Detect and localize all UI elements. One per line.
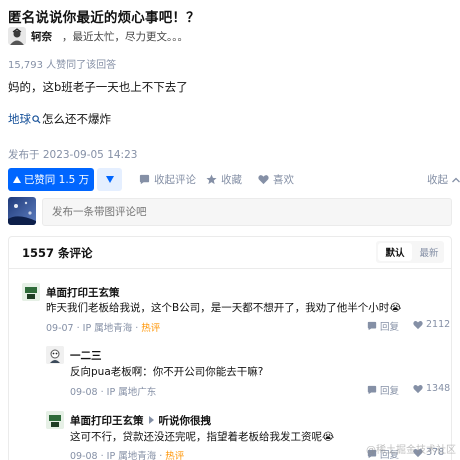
hot-tag: 热评 xyxy=(165,451,185,460)
comment-text: 这可不行，贷款还没还完呢，指望着老板给我发工资呢😭 xyxy=(70,431,335,443)
heart-icon xyxy=(413,384,423,393)
favorite-button[interactable]: 收藏 xyxy=(206,168,242,191)
comment-meta: 09-08 · IP 属地广东 xyxy=(70,387,157,398)
comment-date: 09-07 xyxy=(46,323,74,334)
sort-default-button[interactable]: 默认 xyxy=(378,243,412,261)
triangle-down-icon xyxy=(105,176,114,183)
hot-tag: 热评 xyxy=(141,323,161,334)
heart-icon xyxy=(413,320,423,329)
divider xyxy=(8,268,452,269)
comment-text: 反向pua老板啊：你不开公司你能去干嘛? xyxy=(70,366,264,378)
question-title[interactable]: 匿名说说你最近的烦心事吧！？ xyxy=(8,6,200,26)
earth-link[interactable]: 地球 xyxy=(8,112,31,126)
reply-button[interactable]: 回复 xyxy=(367,319,399,333)
collapse-comments-button[interactable]: 收起评论 xyxy=(139,168,196,191)
commenter-name[interactable]: 单面打印王玄策 xyxy=(46,285,120,300)
sort-latest-button[interactable]: 最新 xyxy=(414,243,444,261)
answer-line-2-rest: 怎么还不爆炸 xyxy=(42,112,111,126)
comment-meta: 09-08 · IP 属地青海 · 热评 xyxy=(70,451,185,460)
publish-time: 发布于 2023-09-05 14:23 xyxy=(8,149,138,161)
commenter-avatar[interactable] xyxy=(46,346,64,364)
comment-icon xyxy=(367,385,377,395)
comment-date: 09-08 xyxy=(70,387,98,398)
favorite-label: 收藏 xyxy=(221,174,242,186)
comment-date: 09-08 xyxy=(70,451,98,460)
answer-line-2: 地球 怎么还不爆炸 xyxy=(8,111,111,127)
triangle-up-icon xyxy=(12,176,21,183)
comment-meta: 09-07 · IP 属地青海 · 热评 xyxy=(46,323,161,334)
like-comment-button[interactable]: 2112 xyxy=(413,319,450,330)
author-bio: ，最近太忙，尽力更文。。。 xyxy=(62,31,188,43)
upvote-label: 已赞同 1.5 万 xyxy=(23,174,90,186)
comment-location: IP 属地广东 xyxy=(106,387,157,398)
reply-arrow-icon xyxy=(148,416,154,424)
reply-button[interactable]: 回复 xyxy=(367,383,399,397)
reply-to-name[interactable]: 听说你很拽 xyxy=(159,415,212,427)
like-label: 喜欢 xyxy=(273,174,294,186)
collapse-label: 收起 xyxy=(427,174,448,186)
author-avatar[interactable] xyxy=(8,27,26,45)
like-count: 1348 xyxy=(426,383,451,394)
reply-label: 回复 xyxy=(380,322,400,333)
comment-icon xyxy=(367,321,377,331)
avatar-art-icon xyxy=(8,201,36,225)
comment-location: IP 属地青海 xyxy=(82,323,133,334)
reply-header: 单面打印王玄策 听说你很拽 xyxy=(70,413,211,428)
avatar-art-icon xyxy=(46,411,64,429)
downvote-button[interactable] xyxy=(97,168,122,191)
commenter-name[interactable]: 一二三 xyxy=(70,348,102,363)
commenter-name[interactable]: 单面打印王玄策 xyxy=(70,415,144,427)
star-icon xyxy=(206,174,217,185)
author-name[interactable]: 轲奈 xyxy=(31,29,52,44)
answer-line-1: 妈的，这b班老子一天也上不下去了 xyxy=(8,80,188,94)
commenter-avatar[interactable] xyxy=(22,283,40,301)
watermark: @稀土掘金技术社区 xyxy=(366,445,456,456)
search-icon xyxy=(32,115,41,124)
comment-location: IP 属地青海 xyxy=(106,451,157,460)
collapse-comments-label: 收起评论 xyxy=(154,174,196,186)
comment-icon xyxy=(139,174,150,185)
avatar-art-icon xyxy=(8,27,26,45)
upvote-button[interactable]: 已赞同 1.5 万 xyxy=(8,168,94,191)
collapse-answer-button[interactable]: 收起 xyxy=(427,168,460,191)
endorse-count: 15,793 人赞同了该回答 xyxy=(8,60,117,71)
like-count: 2112 xyxy=(426,319,451,330)
commenter-avatar[interactable] xyxy=(46,411,64,429)
comment-count: 1557 条评论 xyxy=(22,246,93,260)
comment-text: 昨天我们老板给我说，这个B公司，是一天都不想开了，我劝了他半个小时😭 xyxy=(46,302,402,314)
avatar-art-icon xyxy=(22,283,40,301)
comment-input[interactable] xyxy=(42,198,452,226)
like-button[interactable]: 喜欢 xyxy=(258,168,294,191)
heart-icon xyxy=(258,175,269,185)
my-avatar[interactable] xyxy=(8,197,36,225)
reply-label: 回复 xyxy=(380,386,400,397)
chevron-up-icon xyxy=(452,177,460,182)
like-comment-button[interactable]: 1348 xyxy=(413,383,450,394)
avatar-art-icon xyxy=(46,346,64,364)
